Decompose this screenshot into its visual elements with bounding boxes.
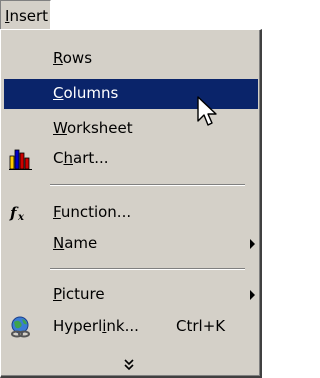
menu-item-picture-label: Picture [53, 285, 105, 303]
menu-separator [50, 184, 245, 186]
menu-separator [50, 268, 245, 270]
arrow-cursor-icon [197, 96, 221, 132]
menu-item-name[interactable]: Name [4, 229, 258, 259]
chart-icon [9, 147, 33, 171]
menu-insert[interactable]: Insert [0, 0, 51, 30]
menu-item-name-label: Name [53, 234, 98, 252]
hyperlink-icon [9, 315, 33, 339]
insert-dropdown-menu: Rows Columns Worksheet Chart... f x Func… [0, 29, 262, 378]
menu-item-hyperlink-shortcut: Ctrl+K [176, 317, 226, 335]
menu-item-rows[interactable]: Rows [4, 44, 258, 74]
svg-text:x: x [17, 212, 25, 223]
submenu-arrow-icon [250, 239, 255, 249]
menu-item-function[interactable]: f x Function... [4, 198, 258, 228]
menu-item-worksheet-label: Worksheet [53, 119, 133, 137]
menu-item-chart-label: Chart... [53, 149, 109, 167]
menu-insert-label: Insert [5, 7, 49, 25]
menu-item-picture[interactable]: Picture [4, 280, 258, 310]
menu-item-columns-label: Columns [53, 84, 119, 102]
menu-item-rows-label: Rows [53, 49, 93, 67]
function-icon: f x [9, 201, 33, 225]
submenu-arrow-icon [250, 290, 255, 300]
double-chevron-down-icon[interactable] [121, 358, 137, 372]
menu-item-hyperlink-label: Hyperlink... [53, 317, 139, 335]
menu-item-hyperlink[interactable]: Hyperlink... Ctrl+K [4, 312, 258, 342]
menu-item-function-label: Function... [53, 203, 132, 221]
menu-item-chart[interactable]: Chart... [4, 144, 258, 174]
